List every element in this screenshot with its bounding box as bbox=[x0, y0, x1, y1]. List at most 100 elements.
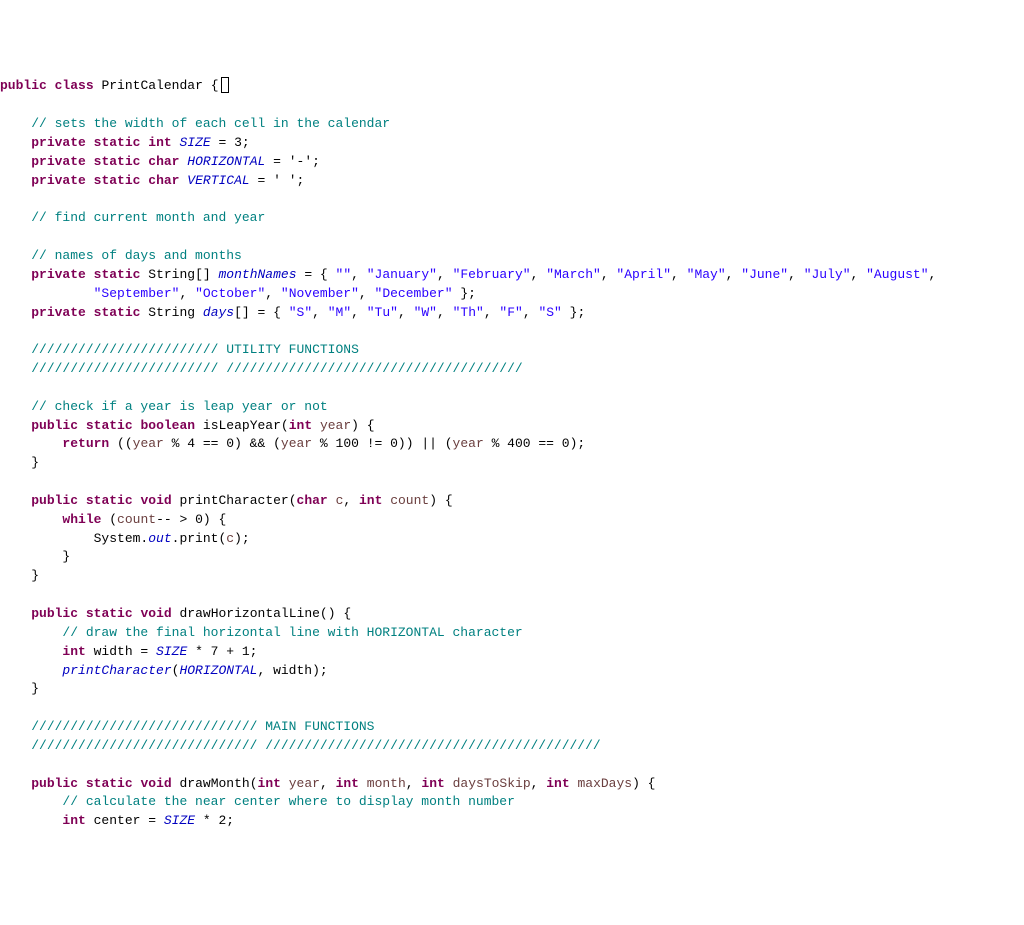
comment: // sets the width of each cell in the ca… bbox=[31, 116, 390, 131]
brace: } bbox=[31, 681, 39, 696]
keyword: boolean bbox=[140, 418, 195, 433]
class-name: PrintCalendar bbox=[101, 78, 202, 93]
field: HORIZONTAL bbox=[187, 154, 265, 169]
comment: // find current month and year bbox=[31, 210, 265, 225]
string: "F" bbox=[499, 305, 522, 320]
code: center = bbox=[86, 813, 164, 828]
param: count bbox=[117, 512, 156, 527]
comment: //////////////////////// UTILITY FUNCTIO… bbox=[31, 342, 359, 357]
code: , width); bbox=[257, 663, 327, 678]
code-editor[interactable]: public class PrintCalendar { // sets the… bbox=[0, 75, 1024, 831]
keyword: int bbox=[148, 135, 171, 150]
field: SIZE bbox=[164, 813, 195, 828]
code: , bbox=[320, 776, 336, 791]
code: ) { bbox=[632, 776, 655, 791]
param: year bbox=[281, 436, 312, 451]
keyword: int bbox=[359, 493, 382, 508]
keyword: void bbox=[140, 776, 171, 791]
code: = ' '; bbox=[250, 173, 305, 188]
param: year bbox=[320, 418, 351, 433]
param: year bbox=[289, 776, 320, 791]
comment: // calculate the near center where to di… bbox=[62, 794, 514, 809]
code: = 3; bbox=[211, 135, 250, 150]
code: (( bbox=[109, 436, 132, 451]
keyword: private bbox=[31, 173, 86, 188]
comment: //////////////////////// ///////////////… bbox=[31, 361, 522, 376]
keyword: int bbox=[62, 644, 85, 659]
code: width = bbox=[86, 644, 156, 659]
brace: } bbox=[62, 549, 70, 564]
keyword: int bbox=[258, 776, 281, 791]
string: "November" bbox=[281, 286, 359, 301]
keyword: static bbox=[86, 493, 133, 508]
keyword: public bbox=[31, 776, 78, 791]
string: "December" bbox=[375, 286, 453, 301]
comment: ///////////////////////////// //////////… bbox=[31, 738, 601, 753]
code-line: public class PrintCalendar { bbox=[0, 78, 229, 93]
string: "April" bbox=[616, 267, 671, 282]
keyword: class bbox=[55, 78, 94, 93]
code: = { bbox=[297, 267, 336, 282]
param: maxDays bbox=[577, 776, 632, 791]
code: , bbox=[406, 776, 422, 791]
keyword: public bbox=[31, 418, 78, 433]
string: "May" bbox=[687, 267, 726, 282]
keyword: private bbox=[31, 305, 86, 320]
keyword: public bbox=[31, 493, 78, 508]
string: "October" bbox=[195, 286, 265, 301]
field: HORIZONTAL bbox=[179, 663, 257, 678]
keyword: private bbox=[31, 135, 86, 150]
string: "August" bbox=[866, 267, 928, 282]
keyword: while bbox=[62, 512, 101, 527]
param: month bbox=[367, 776, 406, 791]
code: }; bbox=[453, 286, 476, 301]
keyword: static bbox=[86, 776, 133, 791]
keyword: char bbox=[148, 154, 179, 169]
code: * 2; bbox=[195, 813, 234, 828]
method-name: drawMonth( bbox=[180, 776, 258, 791]
brace: } bbox=[31, 568, 39, 583]
string: "" bbox=[336, 267, 352, 282]
string: "July" bbox=[804, 267, 851, 282]
code: System. bbox=[94, 531, 149, 546]
code: * 7 + 1; bbox=[187, 644, 257, 659]
string: "S" bbox=[289, 305, 312, 320]
param: count bbox=[390, 493, 429, 508]
string: "January" bbox=[367, 267, 437, 282]
string: "February" bbox=[453, 267, 531, 282]
code: , bbox=[343, 493, 359, 508]
param: year bbox=[453, 436, 484, 451]
string: "M" bbox=[328, 305, 351, 320]
type: String bbox=[148, 305, 195, 320]
keyword: int bbox=[62, 813, 85, 828]
param: c bbox=[226, 531, 234, 546]
keyword: static bbox=[94, 154, 141, 169]
keyword: static bbox=[94, 173, 141, 188]
string: "W" bbox=[414, 305, 437, 320]
keyword: private bbox=[31, 154, 86, 169]
field: out bbox=[148, 531, 171, 546]
code: [] = { bbox=[234, 305, 289, 320]
code: ( bbox=[101, 512, 117, 527]
keyword: public bbox=[0, 78, 47, 93]
string: "September" bbox=[94, 286, 180, 301]
keyword: int bbox=[336, 776, 359, 791]
field: monthNames bbox=[219, 267, 297, 282]
code: .print( bbox=[172, 531, 227, 546]
code: ) { bbox=[351, 418, 374, 433]
brace: { bbox=[211, 78, 219, 93]
string: "Th" bbox=[453, 305, 484, 320]
keyword: void bbox=[140, 493, 171, 508]
param: daysToSkip bbox=[453, 776, 531, 791]
code: % 400 == 0); bbox=[484, 436, 585, 451]
code: -- > 0) { bbox=[156, 512, 226, 527]
code: % 4 == 0) && ( bbox=[164, 436, 281, 451]
keyword: int bbox=[421, 776, 444, 791]
keyword: int bbox=[289, 418, 312, 433]
keyword: private bbox=[31, 267, 86, 282]
keyword: static bbox=[86, 606, 133, 621]
keyword: static bbox=[94, 267, 141, 282]
code: ); bbox=[234, 531, 250, 546]
comment: // names of days and months bbox=[31, 248, 242, 263]
string: "S" bbox=[538, 305, 561, 320]
